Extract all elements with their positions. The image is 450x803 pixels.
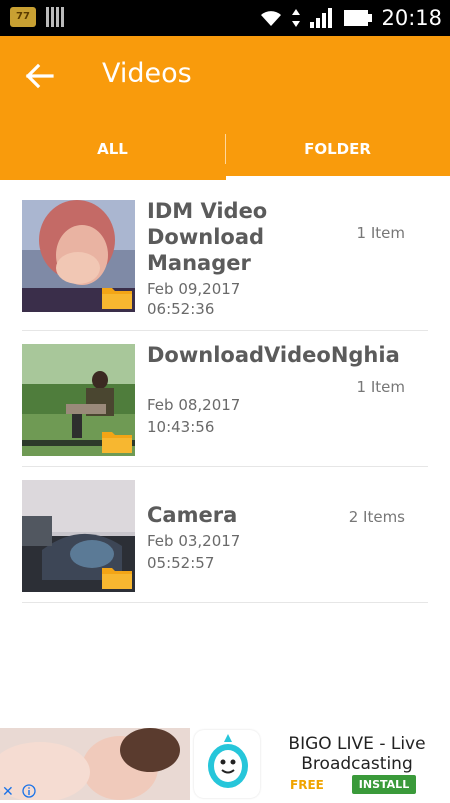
wifi-icon [261, 11, 282, 26]
list-item[interactable]: IDM Video Download Manager Feb 09,2017 0… [0, 182, 450, 318]
folder-date: Feb 03,2017 [147, 532, 241, 550]
folder-time: 06:52:36 [147, 300, 215, 318]
close-icon[interactable]: ✕ [2, 784, 16, 798]
sim-icon [46, 7, 64, 27]
folder-icon [102, 288, 132, 309]
bigo-logo [194, 730, 260, 798]
ad-banner[interactable]: BIGO LIVE - Live Broadcasting FREE INSTA… [0, 728, 450, 800]
info-icon[interactable] [22, 784, 36, 798]
folder-thumbnail [22, 200, 135, 312]
item-count: 1 Item [356, 378, 405, 396]
data-arrows-icon [292, 9, 301, 27]
folder-name: Camera [147, 503, 238, 527]
list-item[interactable]: DownloadVideoNghia Feb 08,2017 10:43:56 … [0, 326, 450, 458]
folder-icon [102, 432, 132, 453]
divider [22, 602, 428, 603]
app-bar: Videos ALL FOLDER [0, 36, 450, 180]
folder-date: Feb 09,2017 [147, 280, 241, 298]
item-count: 1 Item [356, 224, 405, 242]
folder-time: 05:52:57 [147, 554, 215, 572]
tab-folder[interactable]: FOLDER [225, 128, 450, 180]
install-button[interactable]: INSTALL [352, 775, 416, 794]
battery-icon [344, 10, 373, 26]
signal-icon [310, 8, 333, 28]
ad-price: FREE [290, 778, 324, 792]
folder-thumbnail [22, 344, 135, 456]
folder-icon [102, 568, 132, 589]
folder-name: DownloadVideoNghia [147, 343, 400, 367]
list-item[interactable]: Camera Feb 03,2017 05:52:57 2 Items [0, 462, 450, 594]
folder-date: Feb 08,2017 [147, 396, 241, 414]
folder-thumbnail [22, 480, 135, 592]
notification-icon: 77 [10, 7, 36, 27]
tab-all[interactable]: ALL [0, 128, 225, 180]
arrow-left-icon [25, 63, 54, 89]
tab-bar: ALL FOLDER [0, 128, 450, 180]
back-button[interactable] [20, 56, 60, 96]
status-bar: 77 20:18 [0, 0, 450, 36]
folder-time: 10:43:56 [147, 418, 215, 436]
ad-title: BIGO LIVE - Live Broadcasting [288, 734, 426, 774]
folder-name: IDM Video Download Manager [147, 199, 268, 275]
tab-selected-indicator [226, 176, 450, 180]
page-title: Videos [102, 58, 192, 89]
item-count: 2 Items [348, 508, 405, 526]
clock: 20:18 [381, 6, 442, 30]
